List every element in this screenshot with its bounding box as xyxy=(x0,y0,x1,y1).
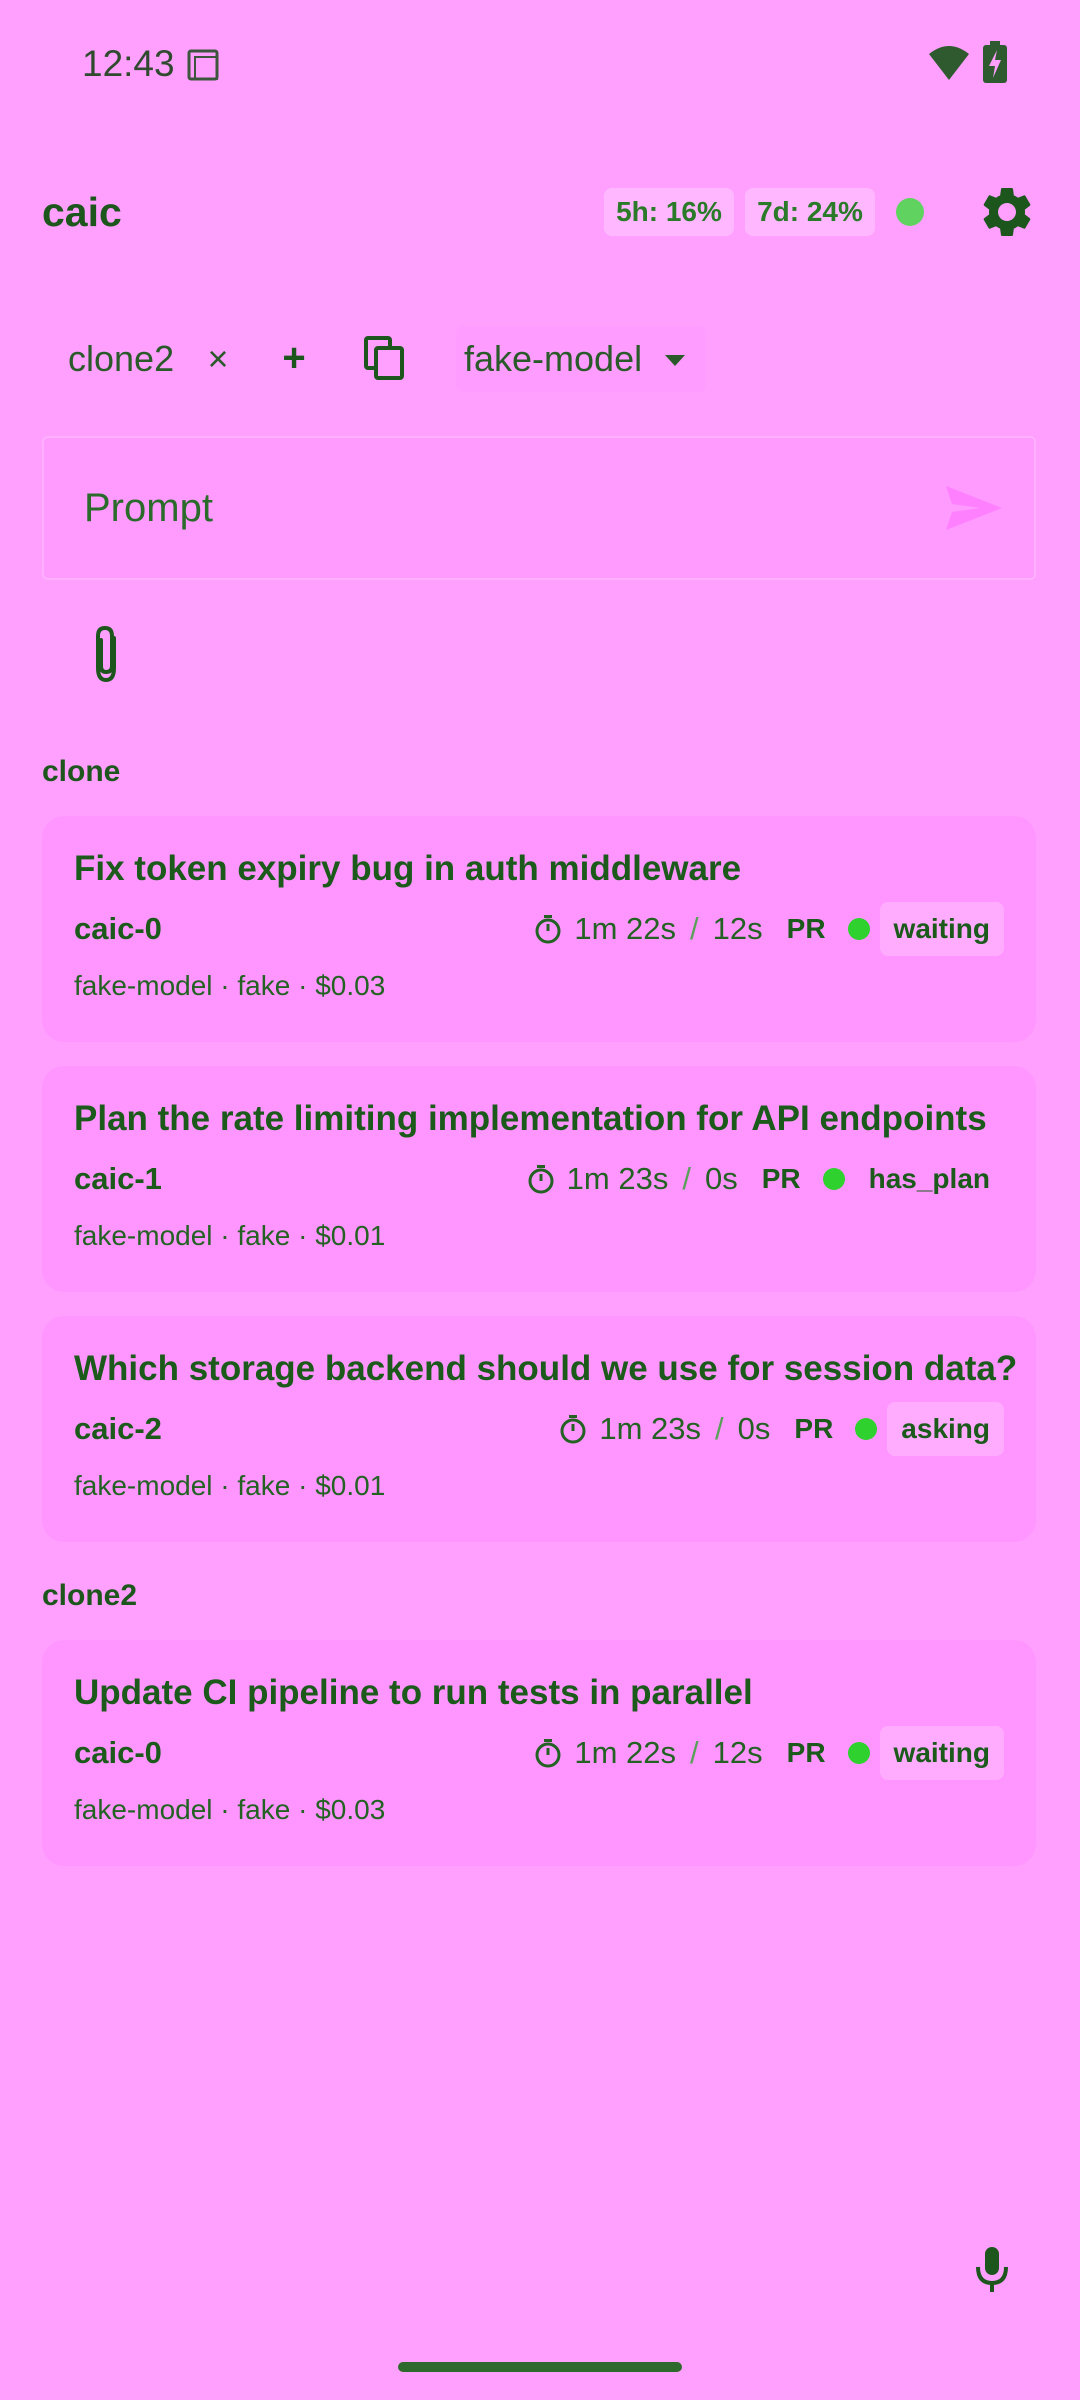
task-id: caic-1 xyxy=(74,1161,162,1196)
task-status-dot xyxy=(855,1418,878,1440)
task-pr-label: PR xyxy=(794,1413,834,1444)
task-state-badge: asking xyxy=(887,1402,1004,1456)
task-state-badge: waiting xyxy=(879,1726,1004,1780)
task-meta: fake-model · fake · $0.01 xyxy=(74,1220,386,1251)
task-card[interactable]: Which storage backend should we use for … xyxy=(42,1316,1036,1542)
paperclip-icon[interactable] xyxy=(82,624,132,686)
task-status-dot xyxy=(822,1168,845,1190)
task-meta: fake-model · fake · $0.03 xyxy=(74,1794,386,1825)
task-status-row: 1m 23s / 0s PR asking xyxy=(559,1402,1004,1456)
chevron-down-icon xyxy=(665,355,685,366)
task-card[interactable]: Fix token expiry bug in auth middleware … xyxy=(42,816,1036,1042)
send-icon[interactable] xyxy=(944,482,1004,534)
gear-icon[interactable] xyxy=(977,182,1037,242)
task-card[interactable]: Plan the rate limiting implementation fo… xyxy=(42,1066,1036,1292)
task-pr-label: PR xyxy=(761,1163,801,1194)
microphone-icon[interactable] xyxy=(975,2245,1009,2293)
timer-icon xyxy=(535,915,561,944)
task-recent-time: 12s xyxy=(712,911,763,946)
task-meta: fake-model · fake · $0.03 xyxy=(74,970,386,1001)
home-indicator[interactable] xyxy=(398,2362,682,2372)
timer-icon xyxy=(560,1415,586,1444)
task-title: Plan the rate limiting implementation fo… xyxy=(74,1099,987,1138)
notification-icon xyxy=(187,49,219,81)
remove-repo-button[interactable]: × xyxy=(200,334,236,384)
prompt-input[interactable] xyxy=(84,478,924,538)
timer-icon xyxy=(535,1739,561,1768)
usage-7d-badge: 7d: 24% xyxy=(745,188,875,236)
timer-icon xyxy=(528,1165,554,1194)
task-elapsed: 1m 22s xyxy=(574,911,677,946)
task-status-row: 1m 22s / 12s PR waiting xyxy=(534,1726,1004,1780)
task-title: Which storage backend should we use for … xyxy=(74,1349,1018,1388)
model-select-label: fake-model xyxy=(464,338,643,379)
task-time-separator: / xyxy=(690,1735,699,1770)
task-status-dot xyxy=(847,918,870,940)
task-state-badge: waiting xyxy=(879,902,1004,956)
connection-status-dot xyxy=(896,198,924,226)
task-state-badge: has_plan xyxy=(868,1163,990,1194)
task-title: Update CI pipeline to run tests in paral… xyxy=(74,1673,753,1712)
copy-icon[interactable] xyxy=(362,336,406,380)
task-time-separator: / xyxy=(682,1161,691,1196)
task-card[interactable]: Update CI pipeline to run tests in paral… xyxy=(42,1640,1036,1866)
task-elapsed: 1m 23s xyxy=(599,1411,702,1446)
usage-5h-badge: 5h: 16% xyxy=(604,188,734,236)
task-status-row: 1m 22s / 12s PR waiting xyxy=(534,902,1004,956)
task-pr-label: PR xyxy=(786,913,826,944)
task-recent-time: 0s xyxy=(737,1411,771,1446)
task-title: Fix token expiry bug in auth middleware xyxy=(74,849,742,888)
task-time-separator: / xyxy=(715,1411,724,1446)
add-repo-button[interactable]: + xyxy=(276,330,312,386)
task-recent-time: 12s xyxy=(712,1735,763,1770)
task-status-row: 1m 23s / 0s PR has_plan xyxy=(527,1152,1004,1206)
task-id: caic-0 xyxy=(74,911,162,946)
battery-charging-icon xyxy=(983,41,1007,83)
task-elapsed: 1m 23s xyxy=(566,1161,669,1196)
task-status-dot xyxy=(847,1742,870,1764)
group-label: clone2 xyxy=(42,1579,138,1612)
status-time: 12:43 xyxy=(82,43,175,84)
task-time-separator: / xyxy=(690,911,699,946)
task-id: caic-0 xyxy=(74,1735,162,1770)
wifi-icon xyxy=(929,46,969,80)
task-meta: fake-model · fake · $0.01 xyxy=(74,1470,386,1501)
app-title: caic xyxy=(42,189,122,235)
task-elapsed: 1m 22s xyxy=(574,1735,677,1770)
repo-chip-label: clone2 xyxy=(68,338,175,379)
group-label: clone xyxy=(42,755,121,788)
task-pr-label: PR xyxy=(786,1737,826,1768)
task-id: caic-2 xyxy=(74,1411,162,1446)
task-recent-time: 0s xyxy=(704,1161,738,1196)
